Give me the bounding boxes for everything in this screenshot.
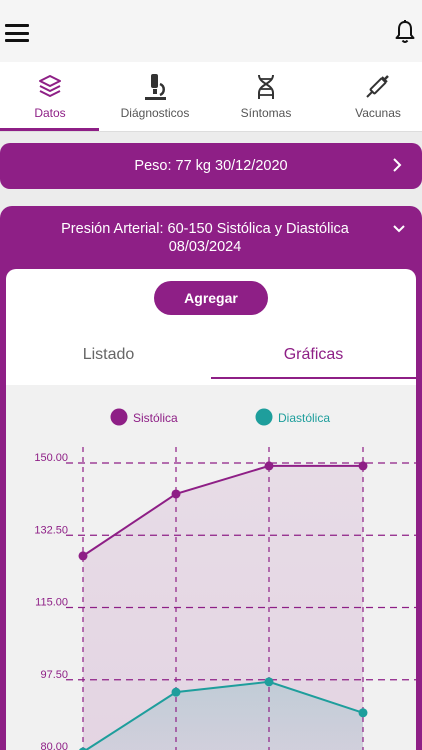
presion-card: Presión Arterial: 60-150 Sistólica y Dia… [0, 206, 422, 750]
subtab-indicator [211, 377, 416, 379]
data-point-sistolica[interactable] [264, 461, 274, 471]
legend-label-diastolica: Diastólica [278, 411, 330, 425]
data-point-diastolica[interactable] [264, 677, 274, 687]
tab-label: Diágnosticos [120, 106, 190, 120]
presion-title-line2: 08/03/2024 [168, 239, 242, 255]
subtab-listado[interactable]: Listado [6, 331, 211, 379]
tab-label: Datos [34, 106, 66, 120]
data-point-diastolica[interactable] [358, 708, 368, 718]
presion-title: Presión Arterial: 60-150 Sistólica y Dia… [20, 220, 390, 256]
tab-label: Vacunas [355, 106, 401, 120]
y-tick-label: 80.00 [40, 741, 68, 750]
legend-marker-sistolica[interactable] [110, 408, 128, 426]
y-tick-label: 115.00 [35, 597, 68, 609]
blood-pressure-chart: 150.00 132.50 115.00 97.50 80.00 Sistólica Dia… [34, 408, 416, 750]
dna-icon [258, 74, 274, 99]
y-tick-label: 132.50 [34, 524, 68, 536]
active-tab-indicator [0, 128, 99, 131]
presion-panel: Agregar Listado Gráficas 150.00 132.50 115… [6, 269, 416, 750]
legend-marker-diastolica[interactable] [255, 408, 273, 426]
y-tick-label: 97.50 [40, 669, 68, 681]
tab-sintomas[interactable]: Síntomas [216, 62, 316, 132]
section-tabs: Datos Diágnosticos Síntomas Vacunas [0, 62, 422, 132]
microscope-icon [145, 74, 166, 100]
menu-icon[interactable] [5, 24, 29, 42]
chevron-right-icon [393, 158, 402, 172]
subtab-graficas[interactable]: Gráficas [211, 331, 416, 379]
y-tick-label: 150.00 [34, 452, 68, 464]
tab-vacunas[interactable]: Vacunas [328, 62, 422, 132]
data-point-sistolica[interactable] [78, 551, 88, 561]
chart-area: 150.00 132.50 115.00 97.50 80.00 Sistólica Dia… [6, 385, 416, 750]
layers-icon [39, 75, 61, 97]
top-bar [0, 0, 422, 62]
data-point-sistolica[interactable] [358, 461, 368, 471]
tab-datos[interactable]: Datos [0, 62, 100, 132]
agregar-button[interactable]: Agregar [154, 281, 268, 315]
syringe-icon [366, 75, 389, 98]
peso-text: Peso: 77 kg 30/12/2020 [134, 158, 288, 174]
data-point-diastolica[interactable] [171, 687, 181, 697]
tab-label: Síntomas [240, 106, 292, 120]
peso-row[interactable]: Peso: 77 kg 30/12/2020 [0, 143, 422, 189]
data-point-sistolica[interactable] [171, 489, 181, 499]
chevron-down-icon[interactable] [392, 224, 406, 234]
legend-label-sistolica: Sistólica [133, 411, 178, 425]
tab-diagnosticos[interactable]: Diágnosticos [105, 62, 205, 132]
bell-icon[interactable] [393, 19, 417, 45]
presion-title-line1: Presión Arterial: 60-150 Sistólica y Dia… [61, 221, 349, 237]
